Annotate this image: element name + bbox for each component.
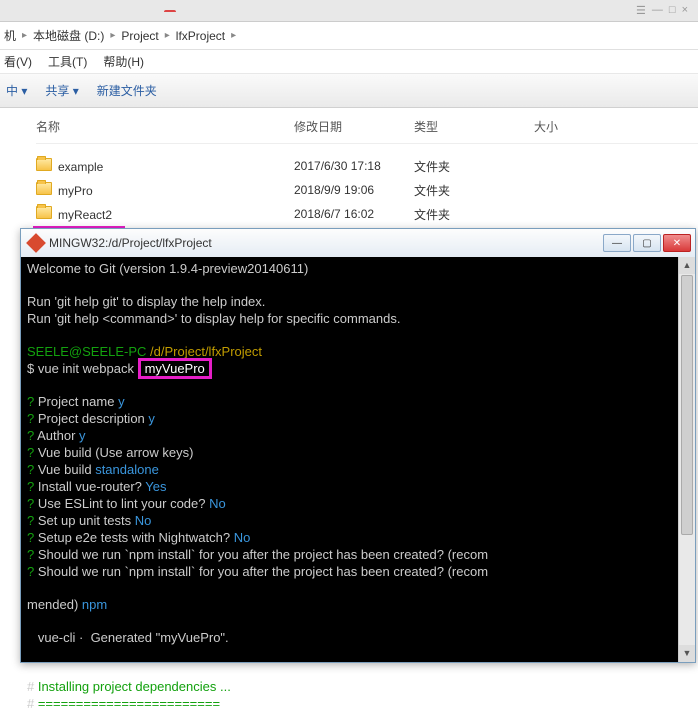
crumb-computer[interactable]: 机 bbox=[4, 27, 16, 44]
maximize-button[interactable]: ▢ bbox=[633, 234, 661, 252]
term-line: Run 'git help git' to display the help i… bbox=[27, 294, 265, 309]
col-date[interactable]: 修改日期 bbox=[294, 118, 414, 135]
term-line: # bbox=[27, 696, 38, 711]
term-line: Project description bbox=[34, 411, 148, 426]
term-line: Run 'git help <command>' to display help… bbox=[27, 311, 400, 326]
minimize-button[interactable]: — bbox=[603, 234, 631, 252]
chevron-right-icon: ▸ bbox=[231, 30, 236, 41]
term-line: Use ESLint to lint your code? bbox=[34, 496, 209, 511]
browser-tab[interactable] bbox=[164, 10, 176, 12]
tb-organize[interactable]: 中 ▾ bbox=[6, 82, 27, 99]
scroll-thumb[interactable] bbox=[681, 275, 693, 535]
menu-help[interactable]: 帮助(H) bbox=[103, 53, 144, 70]
terminal-titlebar[interactable]: MINGW32:/d/Project/lfxProject — ▢ ✕ bbox=[21, 229, 695, 257]
chevron-right-icon: ▸ bbox=[22, 30, 27, 41]
scroll-up-icon[interactable]: ▲ bbox=[679, 257, 695, 274]
tab-controls: ☰ — □ × bbox=[636, 4, 694, 17]
term-ans: y bbox=[79, 428, 86, 443]
file-row[interactable]: example 2017/6/30 17:18 文件夹 bbox=[36, 154, 698, 178]
terminal-title: MINGW32:/d/Project/lfxProject bbox=[49, 236, 212, 250]
tb-newfolder[interactable]: 新建文件夹 bbox=[97, 82, 157, 99]
file-type: 文件夹 bbox=[414, 182, 534, 199]
menu-tools[interactable]: 工具(T) bbox=[48, 53, 87, 70]
term-ans: standalone bbox=[95, 462, 159, 477]
term-line: Vue build bbox=[34, 445, 95, 460]
close-icon[interactable]: × bbox=[682, 4, 688, 17]
term-line: Install vue-router? bbox=[34, 479, 145, 494]
file-name: example bbox=[58, 160, 103, 174]
col-name[interactable]: 名称 bbox=[36, 118, 294, 135]
term-line: Vue build bbox=[34, 462, 95, 477]
term-user: SEELE@SEELE-PC bbox=[27, 344, 150, 359]
term-line: Set up unit tests bbox=[34, 513, 134, 528]
highlight-arg: myVuePro bbox=[138, 358, 212, 379]
term-line: ======================== bbox=[38, 696, 220, 711]
file-row[interactable]: myReact2 2018/6/7 16:02 文件夹 bbox=[36, 202, 698, 226]
term-path: /d/Project/lfxProject bbox=[150, 344, 262, 359]
toolbar: 中 ▾ 共享 ▾ 新建文件夹 bbox=[0, 74, 698, 108]
folder-icon bbox=[36, 206, 52, 219]
term-ans: y bbox=[148, 411, 155, 426]
menu-icon[interactable]: ☰ bbox=[636, 4, 646, 17]
crumb-project[interactable]: Project bbox=[121, 29, 158, 43]
term-ans: y bbox=[118, 394, 125, 409]
chevron-right-icon: ▸ bbox=[165, 30, 170, 41]
file-date: 2018/9/9 19:06 bbox=[294, 183, 414, 197]
term-cmd: $ vue init webpack bbox=[27, 361, 138, 376]
scroll-down-icon[interactable]: ▼ bbox=[679, 645, 695, 662]
crumb-lfxproject[interactable]: lfxProject bbox=[176, 29, 225, 43]
scrollbar[interactable]: ▲ ▼ bbox=[678, 257, 695, 662]
folder-icon bbox=[36, 158, 52, 171]
col-type[interactable]: 类型 bbox=[414, 118, 534, 135]
term-line: Should we run `npm install` for you afte… bbox=[34, 564, 488, 579]
term-line: Installing project dependencies ... bbox=[38, 679, 231, 694]
min-icon[interactable]: — bbox=[652, 4, 663, 17]
terminal-body[interactable]: Welcome to Git (version 1.9.4-preview201… bbox=[21, 257, 695, 717]
term-line: Welcome to Git (version 1.9.4-preview201… bbox=[27, 261, 308, 276]
chevron-right-icon: ▸ bbox=[110, 30, 115, 41]
browser-tab-strip: ☰ — □ × bbox=[0, 0, 698, 22]
term-line: mended) bbox=[27, 597, 82, 612]
term-line: Author bbox=[34, 428, 79, 443]
tb-share[interactable]: 共享 ▾ bbox=[45, 82, 78, 99]
window-buttons: — ▢ ✕ bbox=[603, 234, 691, 252]
term-ans: Yes bbox=[145, 479, 166, 494]
term-line: Project name bbox=[34, 394, 118, 409]
term-line: Setup e2e tests with Nightwatch? bbox=[34, 530, 233, 545]
crumb-drive[interactable]: 本地磁盘 (D:) bbox=[33, 27, 104, 44]
term-ans: (Use arrow keys) bbox=[95, 445, 193, 460]
file-row[interactable]: myPro 2018/9/9 19:06 文件夹 bbox=[36, 178, 698, 202]
breadcrumb[interactable]: 机 ▸ 本地磁盘 (D:) ▸ Project ▸ lfxProject ▸ bbox=[0, 22, 698, 50]
git-icon bbox=[26, 233, 46, 253]
menubar: 看(V) 工具(T) 帮助(H) bbox=[0, 50, 698, 74]
max-icon[interactable]: □ bbox=[669, 4, 676, 17]
folder-icon bbox=[36, 182, 52, 195]
file-name: myReact2 bbox=[58, 208, 112, 222]
file-name: myPro bbox=[58, 184, 93, 198]
file-header: 名称 修改日期 类型 大小 bbox=[36, 118, 698, 144]
menu-view[interactable]: 看(V) bbox=[4, 53, 32, 70]
term-line: # bbox=[27, 679, 38, 694]
file-type: 文件夹 bbox=[414, 158, 534, 175]
terminal-window: MINGW32:/d/Project/lfxProject — ▢ ✕ Welc… bbox=[20, 228, 696, 663]
term-ans: npm bbox=[82, 597, 107, 612]
term-ans: No bbox=[135, 513, 152, 528]
file-date: 2018/6/7 16:02 bbox=[294, 207, 414, 221]
term-line: Should we run `npm install` for you afte… bbox=[34, 547, 488, 562]
term-ans: No bbox=[234, 530, 251, 545]
term-line: vue-cli · Generated "myVuePro". bbox=[27, 630, 229, 645]
file-date: 2017/6/30 17:18 bbox=[294, 159, 414, 173]
term-ans: No bbox=[209, 496, 226, 511]
file-type: 文件夹 bbox=[414, 206, 534, 223]
close-button[interactable]: ✕ bbox=[663, 234, 691, 252]
col-size[interactable]: 大小 bbox=[534, 118, 614, 135]
